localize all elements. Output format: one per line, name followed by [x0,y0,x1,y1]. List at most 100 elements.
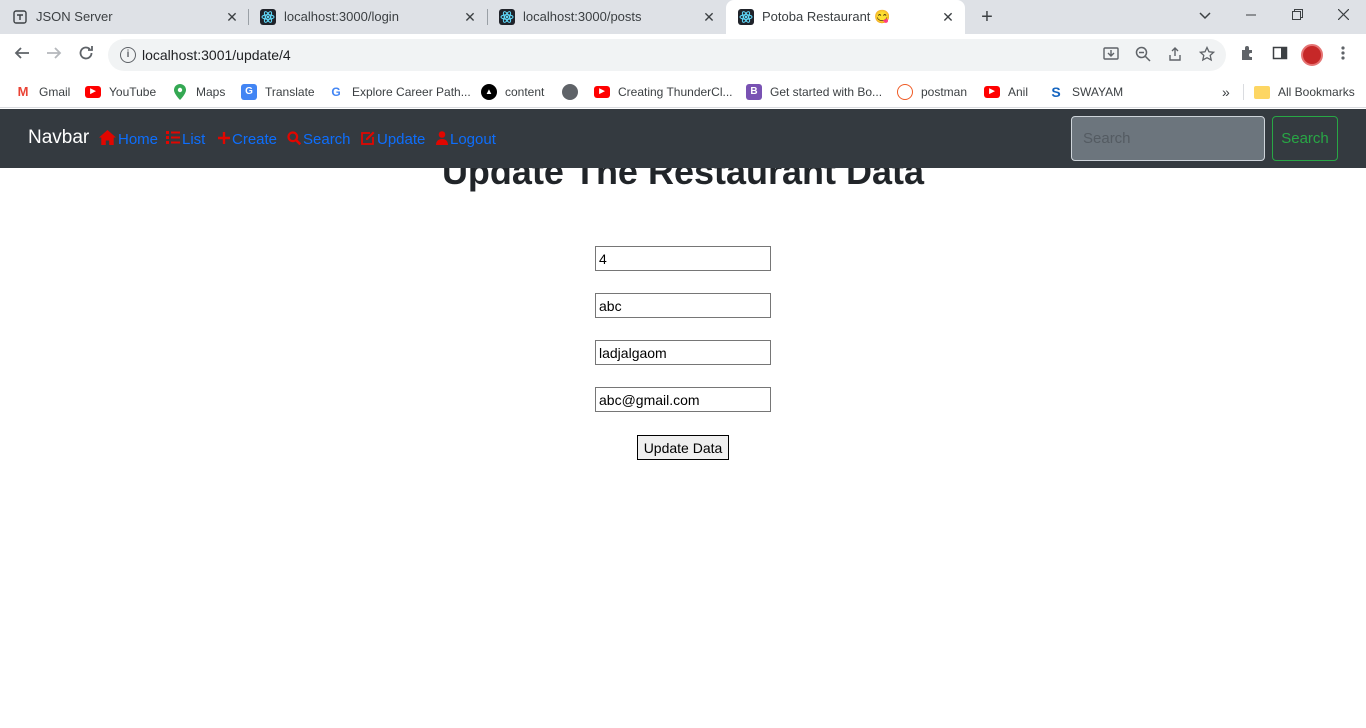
gmail-icon: M [17,84,29,99]
bookmark-label: All Bookmarks [1278,85,1355,99]
bookmark-globe[interactable] [562,82,586,102]
bookmark-label: content [505,85,545,99]
tab-strip: JSON Server ✕ localhost:3000/login ✕ loc… [0,0,1366,34]
minimize-icon[interactable] [1240,4,1262,26]
site-info-icon[interactable]: i [120,47,136,63]
bookmark-swayam[interactable]: S SWAYAM [1048,82,1123,102]
swayam-icon: S [1051,84,1061,100]
name-field[interactable] [595,293,771,318]
menu-kebab-icon[interactable] [1333,45,1353,65]
id-field[interactable] [595,246,771,271]
navbar-brand[interactable]: Navbar [28,127,89,149]
bookmark-star-icon[interactable] [1198,45,1216,64]
more-bookmarks-button[interactable]: » [1222,82,1230,102]
page-content: Update The Restaurant Data Update Data [0,168,1366,728]
nav-link-create[interactable]: Create [218,129,277,149]
nav-link-label: List [182,130,206,148]
tab-title: localhost:3000/login [284,9,399,24]
install-app-icon[interactable] [1102,46,1120,64]
bookmark-anil[interactable]: ▶ Anil [984,82,1028,102]
bookmark-label: Anil [1008,85,1029,99]
nav-link-update[interactable]: Update [360,129,425,149]
close-icon[interactable]: ✕ [940,9,956,25]
bookmark-label: Maps [196,85,226,99]
address-field[interactable] [595,340,771,365]
browser-toolbar: i localhost:3001/update/4 [0,34,1366,76]
address-bar[interactable]: i localhost:3001/update/4 [108,39,1226,71]
bookmark-youtube[interactable]: ▶ YouTube [85,82,156,102]
all-bookmarks-folder[interactable]: All Bookmarks [1254,82,1355,102]
search-icon [287,130,302,148]
list-icon [166,131,180,147]
tab-search-chevron-icon[interactable] [1194,4,1216,26]
bookmark-bootstrap[interactable]: B Get started with Bo... [746,82,882,102]
zoom-icon[interactable] [1134,46,1152,64]
forward-icon[interactable] [43,44,65,66]
update-data-button[interactable]: Update Data [637,435,729,460]
edit-icon [360,131,375,148]
email-field[interactable] [595,387,771,412]
close-icon[interactable]: ✕ [462,9,478,25]
close-icon[interactable]: ✕ [701,9,717,25]
bookmark-gmail[interactable]: M Gmail [15,82,71,102]
tab-posts[interactable]: localhost:3000/posts ✕ [487,0,726,34]
react-icon [499,9,515,25]
tab-restaurant-active[interactable]: Potoba Restaurant 😋 ✕ [726,0,965,34]
google-icon: G [331,85,341,99]
nav-link-label: Logout [450,130,496,148]
bookmark-label: YouTube [109,85,157,99]
bookmarks-divider [1243,84,1244,100]
nav-link-label: Search [303,130,351,148]
new-tab-icon[interactable]: + [976,6,998,28]
plus-icon [218,131,230,147]
bookmark-postman[interactable]: postman [897,82,967,102]
tab-title: JSON Server [36,9,113,24]
navbar-search-input[interactable] [1071,116,1265,161]
triangle-icon: ▲ [481,84,497,100]
tab-json-server[interactable]: JSON Server ✕ [0,0,248,34]
postman-icon [897,84,913,100]
bookmark-content[interactable]: ▲ content [481,82,544,102]
extensions-icon[interactable] [1238,45,1258,65]
json-server-icon [12,9,28,25]
tab-title: Potoba Restaurant 😋 [762,9,891,24]
bookmark-translate[interactable]: G Translate [241,82,315,102]
bookmark-label: Gmail [39,85,71,99]
tab-login[interactable]: localhost:3000/login ✕ [248,0,487,34]
page-title: Update The Restaurant Data [441,168,925,192]
bookmark-label: Translate [265,85,315,99]
react-icon [738,9,754,25]
url-text[interactable]: localhost:3001/update/4 [142,47,291,63]
share-icon[interactable] [1166,46,1184,64]
bookmark-career-path[interactable]: G Explore Career Path... [328,82,470,102]
nav-link-home[interactable]: Home [99,129,158,149]
react-icon [260,9,276,25]
back-icon[interactable] [11,44,33,66]
translate-icon: G [241,84,257,100]
youtube-icon: ▶ [984,86,1000,98]
restore-icon[interactable] [1286,4,1308,26]
globe-icon [562,84,578,100]
maps-icon [172,84,188,100]
bookmark-label: postman [921,85,968,99]
user-icon [436,130,448,148]
nav-link-label: Create [232,130,278,148]
nav-link-logout[interactable]: Logout [436,129,496,149]
bookmark-thunderclient[interactable]: ▶ Creating ThunderCl... [594,82,733,102]
close-icon[interactable]: ✕ [224,9,240,25]
close-window-icon[interactable] [1332,4,1354,26]
app-navbar: Navbar Home List Create Search Update Lo… [0,109,1366,168]
nav-link-list[interactable]: List [166,129,205,149]
nav-link-search[interactable]: Search [287,129,351,149]
nav-link-label: Update [377,130,426,148]
navbar-search-button[interactable]: Search [1272,116,1338,161]
bookmarks-bar: M Gmail ▶ YouTube Maps G Translate G Exp… [0,76,1366,108]
bookmark-label: SWAYAM [1072,85,1124,99]
nav-link-label: Home [118,130,159,148]
reload-icon[interactable] [75,44,97,66]
profile-avatar[interactable] [1301,44,1323,66]
bookmark-maps[interactable]: Maps [172,82,225,102]
bookmark-label: Get started with Bo... [770,85,883,99]
side-panel-icon[interactable] [1270,45,1290,65]
youtube-icon: ▶ [594,86,610,98]
